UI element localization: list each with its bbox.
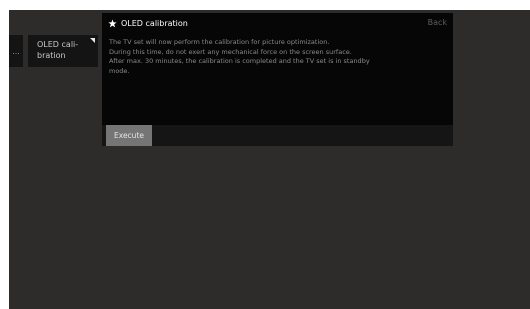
dialog-footer (102, 125, 453, 146)
breadcrumb-previous-label: ... (12, 46, 20, 56)
dialog-title: OLED calibration (121, 18, 188, 28)
back-button[interactable]: Back (428, 18, 447, 27)
dialog-message: The TV set will now perform the calibrat… (109, 38, 444, 76)
message-line: The TV set will now perform the calibrat… (109, 38, 330, 46)
corner-marker-icon (90, 38, 95, 43)
execute-button-label: Execute (114, 131, 144, 140)
message-line: mode. (109, 66, 130, 75)
execute-button[interactable]: Execute (106, 125, 152, 146)
message-line: After max. 30 minutes, the calibration i… (109, 57, 370, 66)
breadcrumb-current[interactable]: OLED cali- bration (28, 35, 98, 67)
breadcrumb-previous[interactable]: ... (9, 35, 23, 67)
dialog-header: OLED calibration Back (102, 13, 453, 33)
breadcrumb-current-label: OLED cali- bration (37, 40, 79, 60)
calibration-dialog: OLED calibration Back The TV set will no… (102, 13, 453, 146)
message-line: During this time, do not exert any mecha… (109, 47, 352, 56)
star-icon (108, 18, 117, 28)
